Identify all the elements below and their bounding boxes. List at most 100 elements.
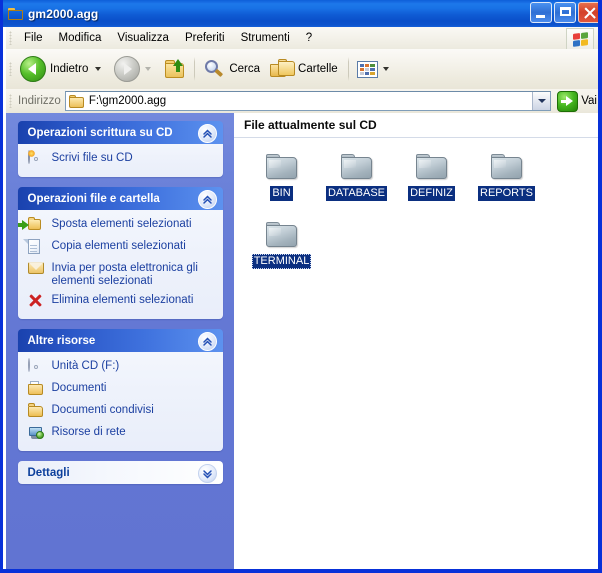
go-label: Vai: [581, 95, 597, 107]
move-folder-icon: [17, 217, 46, 234]
back-dropdown-icon[interactable]: [95, 67, 102, 71]
network-icon: [28, 425, 46, 442]
task-pane-sidebar: Operazioni scrittura su CD Scrivi file s: [6, 113, 234, 569]
windows-flag-icon[interactable]: [566, 28, 594, 50]
address-value: F:\gm2000.agg: [88, 95, 167, 107]
address-folder-icon: [68, 94, 85, 108]
file-icon-grid: BIN DATABASE DEFINIZ REPORTS TERMINAL: [234, 138, 598, 288]
file-item-label: BIN: [270, 186, 293, 201]
file-item-terminal[interactable]: TERMINAL: [244, 220, 319, 288]
file-group-header-label: File attualmente sul CD: [244, 118, 377, 132]
task-move-label: Sposta elementi selezionati: [51, 218, 192, 230]
go-button[interactable]: Vai: [555, 90, 598, 112]
task-copy-label: Copia elementi selezionati: [51, 240, 186, 252]
up-folder-icon: [164, 59, 186, 79]
panel-other-places-header[interactable]: Altre risorse: [17, 329, 223, 352]
file-item-label: TERMINAL: [251, 254, 312, 269]
window-controls: [530, 2, 598, 23]
close-button[interactable]: [578, 2, 598, 23]
menu-bar: File Modifica Visualizza Preferiti Strum…: [6, 27, 598, 50]
minimize-button[interactable]: [530, 2, 552, 23]
file-item-bin[interactable]: BIN: [244, 152, 319, 220]
place-cd-drive-label: Unità CD (F:): [51, 360, 120, 372]
cd-drive-icon: [27, 358, 46, 376]
address-input[interactable]: F:\gm2000.agg: [64, 91, 552, 111]
menu-grip[interactable]: [9, 31, 12, 45]
toolbar-grip[interactable]: [9, 62, 12, 76]
address-label: Indirizzo: [18, 95, 61, 107]
chevron-down-icon[interactable]: [197, 464, 217, 483]
place-network-label: Risorse di rete: [51, 426, 126, 438]
place-network[interactable]: Risorse di rete: [28, 425, 215, 442]
forward-button[interactable]: [110, 52, 160, 86]
file-item-definiz[interactable]: DEFINIZ: [394, 152, 469, 220]
folders-button[interactable]: Cartelle: [266, 52, 344, 86]
content-area: Operazioni scrittura su CD Scrivi file s: [6, 113, 598, 569]
views-button[interactable]: [353, 52, 398, 86]
delete-x-icon: [28, 293, 46, 310]
folders-icon: [270, 58, 296, 79]
panel-file-folder-title: Operazioni file e cartella: [27, 192, 160, 205]
panel-details-title: Dettagli: [27, 466, 70, 479]
place-shared-documents-label: Documenti condivisi: [51, 404, 154, 416]
address-bar: Indirizzo F:\gm2000.agg Vai: [6, 89, 598, 114]
task-copy-selected-items[interactable]: Copia elementi selezionati: [22, 239, 215, 256]
toolbar-separator-2: [347, 57, 349, 81]
my-documents-icon: [27, 381, 46, 398]
chevron-up-icon[interactable]: [197, 190, 217, 209]
panel-cd-writing-header[interactable]: Operazioni scrittura su CD: [17, 121, 223, 144]
panel-cd-writing-tasks: Operazioni scrittura su CD Scrivi file s: [17, 121, 223, 177]
back-arrow-icon: [20, 56, 46, 82]
panel-details-header[interactable]: Dettagli: [17, 461, 223, 484]
place-cd-drive[interactable]: Unità CD (F:): [27, 358, 215, 376]
window-folder-icon: [8, 7, 24, 21]
file-item-database[interactable]: DATABASE: [319, 152, 394, 220]
place-my-documents-label: Documenti: [51, 382, 107, 394]
cd-burn-icon: [27, 150, 46, 168]
file-list-pane[interactable]: File attualmente sul CD BIN DATABASE DEF…: [234, 113, 598, 569]
toolbar: Indietro Cerca Cartelle: [6, 49, 598, 90]
pending-folder-icon: [265, 152, 299, 182]
address-grip[interactable]: [9, 94, 12, 108]
window-title: gm2000.agg: [28, 6, 99, 21]
task-write-files-to-cd[interactable]: Scrivi file su CD: [27, 150, 215, 168]
file-item-label: DATABASE: [325, 186, 388, 201]
address-dropdown-button[interactable]: [532, 92, 551, 110]
mail-icon: [27, 261, 46, 278]
back-button[interactable]: Indietro: [16, 52, 110, 86]
task-write-files-label: Scrivi file su CD: [51, 152, 133, 164]
panel-other-places-body: Unità CD (F:) Documenti Documenti condiv…: [17, 352, 223, 451]
menu-help[interactable]: ?: [298, 30, 320, 46]
task-move-selected-items[interactable]: Sposta elementi selezionati: [17, 217, 215, 234]
task-email-label: Invia per posta elettronica gli elementi…: [51, 262, 198, 287]
panel-file-folder-header[interactable]: Operazioni file e cartella: [17, 187, 223, 210]
forward-arrow-icon: [114, 56, 141, 82]
copy-document-icon: [22, 239, 46, 256]
panel-cd-writing-body: Scrivi file su CD: [17, 144, 223, 177]
place-shared-documents[interactable]: Documenti condivisi: [27, 403, 215, 420]
forward-dropdown-icon: [145, 67, 152, 71]
chevron-up-icon[interactable]: [197, 332, 217, 351]
maximize-button[interactable]: [554, 2, 576, 23]
panel-file-folder-tasks: Operazioni file e cartella Sposta elemen: [17, 187, 223, 319]
folders-label: Cartelle: [298, 63, 338, 75]
pending-folder-icon: [340, 152, 374, 182]
menu-visualizza[interactable]: Visualizza: [109, 30, 177, 46]
task-email-selected-items[interactable]: Invia per posta elettronica gli elementi…: [27, 261, 215, 288]
views-icon: [356, 60, 378, 78]
pending-folder-icon: [265, 220, 299, 250]
up-button[interactable]: [160, 52, 190, 86]
menu-file[interactable]: File: [16, 30, 51, 46]
views-dropdown-icon[interactable]: [382, 67, 389, 71]
file-item-reports[interactable]: REPORTS: [469, 152, 544, 220]
menu-preferiti[interactable]: Preferiti: [177, 30, 233, 46]
pending-folder-icon: [415, 152, 449, 182]
task-delete-label: Elimina elementi selezionati: [51, 294, 194, 306]
task-delete-selected-items[interactable]: Elimina elementi selezionati: [28, 293, 215, 310]
place-my-documents[interactable]: Documenti: [27, 381, 215, 398]
menu-modifica[interactable]: Modifica: [51, 30, 110, 46]
pending-folder-icon: [490, 152, 524, 182]
search-button[interactable]: Cerca: [199, 52, 266, 86]
chevron-up-icon[interactable]: [197, 124, 217, 143]
menu-strumenti[interactable]: Strumenti: [233, 30, 298, 46]
